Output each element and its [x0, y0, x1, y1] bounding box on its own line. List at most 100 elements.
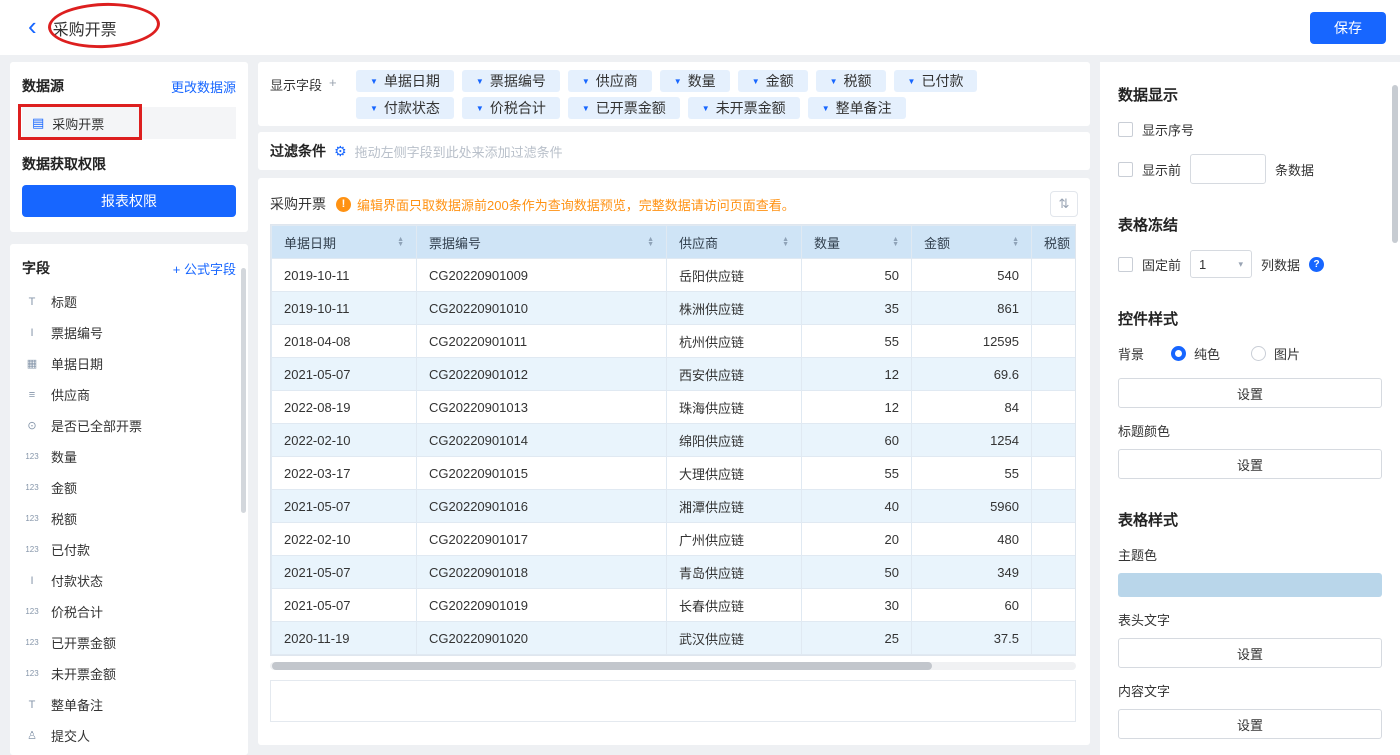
field-label: 已开票金额: [51, 633, 116, 652]
section-data-display: 数据显示: [1118, 84, 1382, 105]
horizontal-scrollbar[interactable]: [270, 662, 1076, 670]
field-item-8[interactable]: 123已付款: [22, 534, 236, 565]
field-item-9[interactable]: I付款状态: [22, 565, 236, 596]
field-item-4[interactable]: ⊙是否已全部开票: [22, 410, 236, 441]
save-button[interactable]: 保存: [1310, 12, 1386, 44]
section-table-freeze: 表格冻结: [1118, 214, 1382, 235]
freeze-count-select[interactable]: 1 ▾: [1190, 250, 1252, 278]
field-label: 金额: [51, 478, 77, 497]
sort-icon[interactable]: ▲▼: [1012, 237, 1019, 247]
field-item-14[interactable]: ♙提交人: [22, 720, 236, 751]
text-icon: I: [22, 327, 42, 339]
field-chip-3[interactable]: ▼数量: [660, 70, 730, 92]
sort-icon[interactable]: ▲▼: [892, 237, 899, 247]
field-item-0[interactable]: T标题: [22, 286, 236, 317]
table-cell: 2018-04-08: [272, 325, 417, 358]
content-text-set-button[interactable]: 设置: [1118, 709, 1382, 739]
field-chip-11[interactable]: ▼ 整单备注: [808, 97, 906, 119]
fields-scrollbar-thumb[interactable]: [241, 268, 246, 513]
page-scrollbar-thumb[interactable]: [1392, 85, 1398, 243]
field-item-7[interactable]: 123税额: [22, 503, 236, 534]
field-chip-2[interactable]: ▼供应商: [568, 70, 652, 92]
gear-icon[interactable]: ⚙: [334, 143, 347, 160]
table-cell: CG20220901016: [417, 490, 667, 523]
change-datasource-link[interactable]: 更改数据源: [171, 77, 236, 96]
column-header-0[interactable]: 单据日期▲▼: [272, 226, 417, 259]
table-row-5: 2022-02-10CG20220901014绵阳供应链601254: [272, 424, 1077, 457]
formula-field-link[interactable]: + 公式字段: [173, 259, 236, 278]
chevron-down-icon: ▼: [476, 77, 484, 86]
number-icon: 123: [22, 483, 42, 492]
number-icon: 123: [22, 452, 42, 461]
field-item-13[interactable]: T整单备注: [22, 689, 236, 720]
field-item-5[interactable]: 123数量: [22, 441, 236, 472]
field-item-3[interactable]: ≡供应商: [22, 379, 236, 410]
back-icon[interactable]: ‹: [28, 13, 37, 39]
field-chip-5[interactable]: ▼税额: [816, 70, 886, 92]
background-set-button[interactable]: 设置: [1118, 378, 1382, 408]
chip-label: 金额: [766, 71, 794, 91]
chevron-down-icon: ▼: [674, 77, 682, 86]
image-radio[interactable]: [1251, 346, 1266, 361]
field-item-2[interactable]: ▦单据日期: [22, 348, 236, 379]
show-index-checkbox[interactable]: [1118, 122, 1133, 137]
report-permission-button[interactable]: 报表权限: [22, 185, 236, 217]
solid-color-radio[interactable]: [1171, 346, 1186, 361]
column-header-4[interactable]: 金额▲▼: [912, 226, 1032, 259]
table-cell: 12: [802, 358, 912, 391]
column-header-1[interactable]: 票据编号▲▼: [417, 226, 667, 259]
display-fields-panel: 显示字段 + ▼单据日期▼票据编号▼供应商▼数量▼金额▼税额▼已付款▼付款状态▼…: [258, 62, 1090, 126]
help-icon[interactable]: ?: [1309, 257, 1324, 272]
column-header-3[interactable]: 数量▲▼: [802, 226, 912, 259]
field-chip-8[interactable]: ▼价税合计: [462, 97, 560, 119]
table-cell: CG20220901011: [417, 325, 667, 358]
table-row-0: 2019-10-11CG20220901009岳阳供应链50540: [272, 259, 1077, 292]
table-cell: CG20220901017: [417, 523, 667, 556]
field-chip-10[interactable]: ▼未开票金额: [688, 97, 800, 119]
table-cell: 2020-11-19: [272, 622, 417, 655]
column-header-2[interactable]: 供应商▲▼: [667, 226, 802, 259]
table-cell: 55: [802, 457, 912, 490]
sort-icon[interactable]: ▲▼: [782, 237, 789, 247]
show-index-label: 显示序号: [1142, 120, 1194, 139]
field-item-10[interactable]: 123价税合计: [22, 596, 236, 627]
field-chip-6[interactable]: ▼已付款: [894, 70, 978, 92]
field-item-6[interactable]: 123 金额: [22, 472, 236, 503]
field-chip-1[interactable]: ▼票据编号: [462, 70, 560, 92]
sort-icon[interactable]: ▲▼: [397, 237, 404, 247]
field-item-12[interactable]: 123未开票金额: [22, 658, 236, 689]
field-chip-0[interactable]: ▼单据日期: [356, 70, 454, 92]
table-cell: 杭州供应链: [667, 325, 802, 358]
show-first-checkbox[interactable]: [1118, 162, 1133, 177]
sort-icon[interactable]: ▲▼: [647, 237, 654, 247]
field-label: 票据编号: [51, 323, 103, 342]
field-chip-4[interactable]: ▼金额: [738, 70, 808, 92]
field-item-11[interactable]: 123已开票金额: [22, 627, 236, 658]
sort-order-button[interactable]: ⇅: [1050, 191, 1078, 217]
theme-color-swatch[interactable]: [1118, 573, 1382, 597]
table-cell: 西安供应链: [667, 358, 802, 391]
header-text-set-button[interactable]: 设置: [1118, 638, 1382, 668]
table-cell: 480: [912, 523, 1032, 556]
table-row-11: 2020-11-19CG20220901020武汉供应链2537.5: [272, 622, 1077, 655]
row-limit-input[interactable]: [1190, 154, 1266, 184]
datasource-item[interactable]: ▤ 采购开票: [22, 107, 236, 139]
field-chip-9[interactable]: ▼已开票金额: [568, 97, 680, 119]
radio-icon: ⊙: [22, 419, 42, 432]
field-chip-7[interactable]: ▼付款状态: [356, 97, 454, 119]
title-color-set-button[interactable]: 设置: [1118, 449, 1382, 479]
text-icon: I: [22, 575, 42, 587]
horizontal-scrollbar-thumb[interactable]: [272, 662, 932, 670]
chevron-down-icon: ▼: [822, 104, 830, 113]
table-row-8: 2022-02-10CG20220901017广州供应链20480: [272, 523, 1077, 556]
table-cell: CG20220901015: [417, 457, 667, 490]
column-header-5[interactable]: 税额▲▼: [1032, 226, 1077, 259]
field-item-1[interactable]: I 票据编号: [22, 317, 236, 348]
freeze-columns-checkbox[interactable]: [1118, 257, 1133, 272]
add-field-icon[interactable]: +: [329, 75, 337, 118]
number-icon: 123: [22, 514, 42, 523]
table-cell: 25: [802, 622, 912, 655]
chip-label: 整单备注: [836, 98, 892, 118]
table-cell: CG20220901010: [417, 292, 667, 325]
table-cell: 2022-03-17: [272, 457, 417, 490]
